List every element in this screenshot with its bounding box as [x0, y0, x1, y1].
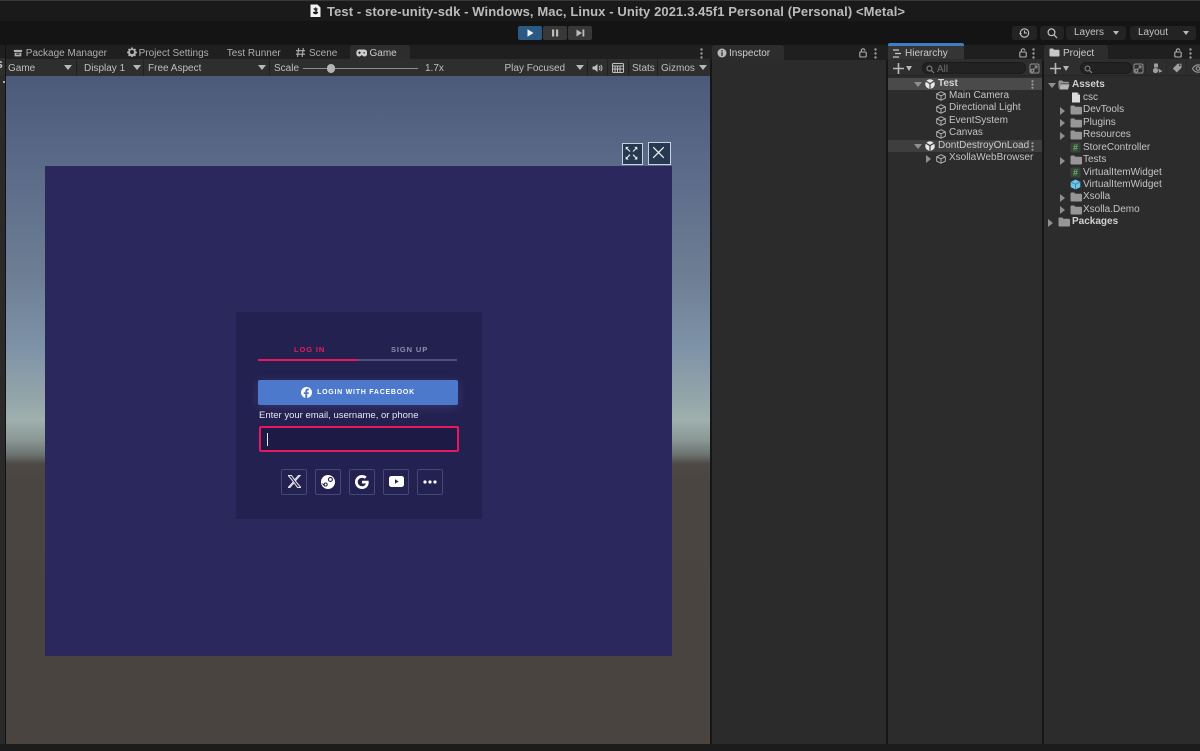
svg-text:#: # [1073, 143, 1078, 153]
svg-text:#: # [1073, 168, 1078, 178]
